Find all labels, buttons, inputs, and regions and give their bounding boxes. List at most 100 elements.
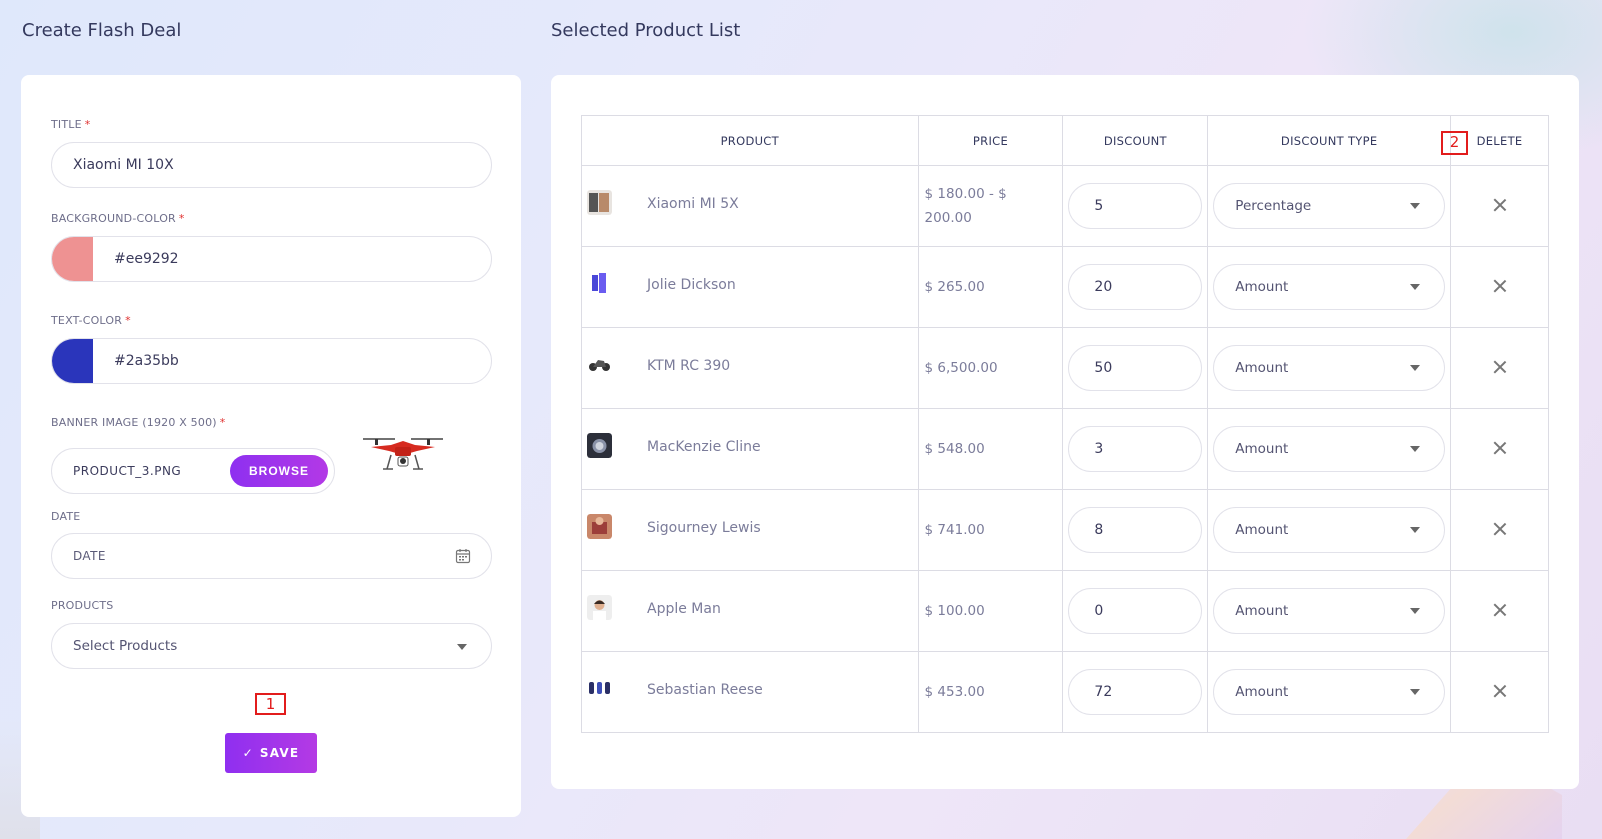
discount-cell: 3 <box>1062 408 1209 490</box>
discount-input[interactable]: 3 <box>1068 426 1203 472</box>
discount-type-select[interactable]: Amount <box>1213 345 1446 391</box>
product-cell: KTM RC 390 <box>581 327 919 409</box>
delete-icon[interactable] <box>1493 441 1507 455</box>
browse-button[interactable]: BROWSE <box>230 455 328 487</box>
table-row: MacKenzie Cline $ 548.00 3 Amount <box>581 408 1549 490</box>
background-color-input[interactable]: #ee9292 <box>51 236 492 282</box>
delete-icon[interactable] <box>1493 603 1507 617</box>
delete-icon[interactable] <box>1493 684 1507 698</box>
discount-type-select[interactable]: Amount <box>1213 507 1446 553</box>
price-cell: $ 453.00 <box>917 651 1064 733</box>
product-name: MacKenzie Cline <box>647 439 761 455</box>
discount-type-select[interactable]: Percentage <box>1213 183 1446 229</box>
banner-image-upload[interactable]: PRODUCT_3.PNG BROWSE <box>51 448 335 494</box>
product-thumbnail <box>587 433 612 458</box>
discount-type-value: Amount <box>1235 360 1289 376</box>
delete-cell <box>1450 489 1549 571</box>
discount-type-select[interactable]: Amount <box>1213 264 1446 310</box>
table-row: Sigourney Lewis $ 741.00 8 Amount <box>581 489 1549 571</box>
delete-cell <box>1450 246 1549 328</box>
discount-input[interactable]: 0 <box>1068 588 1203 634</box>
title-label: TITLE * <box>51 118 91 131</box>
discount-type-cell: Percentage <box>1207 165 1452 247</box>
product-name: Jolie Dickson <box>647 277 736 293</box>
discount-cell: 5 <box>1062 165 1209 247</box>
create-flash-deal-title: Create Flash Deal <box>22 20 182 41</box>
text-color-input[interactable]: #2a35bb <box>51 338 492 384</box>
product-name: Apple Man <box>647 601 721 617</box>
background-color-swatch[interactable] <box>52 237 93 281</box>
check-icon: ✓ <box>242 746 254 760</box>
date-input[interactable]: DATE <box>51 533 492 579</box>
discount-type-cell: Amount <box>1207 408 1452 490</box>
selected-products-table: PRODUCT PRICE DISCOUNT DISCOUNT TYPE DEL… <box>581 115 1549 733</box>
chevron-down-icon <box>1410 203 1421 209</box>
products-select[interactable]: Select Products <box>51 623 492 669</box>
banner-file-name: PRODUCT_3.PNG <box>73 464 182 478</box>
chevron-down-icon <box>1410 365 1421 371</box>
discount-type-cell: Amount <box>1207 327 1452 409</box>
calendar-icon[interactable] <box>455 548 471 564</box>
annotation-box-2: 2 <box>1441 131 1468 155</box>
price-cell: $ 548.00 <box>917 408 1064 490</box>
discount-type-select[interactable]: Amount <box>1213 426 1446 472</box>
delete-cell <box>1450 570 1549 652</box>
price-cell: $ 741.00 <box>917 489 1064 571</box>
discount-cell: 50 <box>1062 327 1209 409</box>
product-cell: Sebastian Reese <box>581 651 919 733</box>
table-header-row: PRODUCT PRICE DISCOUNT DISCOUNT TYPE DEL… <box>581 115 1549 166</box>
price-cell: $ 180.00 - $ 200.00 <box>917 165 1064 247</box>
delete-cell <box>1450 651 1549 733</box>
table-row: Jolie Dickson $ 265.00 20 Amount <box>581 246 1549 328</box>
delete-icon[interactable] <box>1493 522 1507 536</box>
table-row: Apple Man $ 100.00 0 Amount <box>581 570 1549 652</box>
chevron-down-icon <box>1410 527 1421 533</box>
title-input-value: Xiaomi MI 10X <box>73 157 174 173</box>
table-row: KTM RC 390 $ 6,500.00 50 Amount <box>581 327 1549 409</box>
product-cell: Xiaomi MI 5X <box>581 165 919 247</box>
title-input[interactable]: Xiaomi MI 10X <box>51 142 492 188</box>
product-thumbnail <box>587 676 612 701</box>
delete-cell <box>1450 165 1549 247</box>
banner-image-label: BANNER IMAGE (1920 X 500) * <box>51 416 226 429</box>
product-cell: Sigourney Lewis <box>581 489 919 571</box>
discount-type-cell: Amount <box>1207 489 1452 571</box>
delete-icon[interactable] <box>1493 198 1507 212</box>
price-cell: $ 265.00 <box>917 246 1064 328</box>
product-thumbnail <box>587 352 612 377</box>
save-button[interactable]: ✓ SAVE <box>225 733 317 773</box>
chevron-down-icon <box>1410 689 1421 695</box>
table-row: Sebastian Reese $ 453.00 72 Amount <box>581 651 1549 733</box>
discount-type-select[interactable]: Amount <box>1213 669 1446 715</box>
discount-type-value: Percentage <box>1235 198 1312 214</box>
chevron-down-icon <box>1410 446 1421 452</box>
discount-input[interactable]: 72 <box>1068 669 1203 715</box>
price-cell: $ 6,500.00 <box>917 327 1064 409</box>
discount-input[interactable]: 20 <box>1068 264 1203 310</box>
product-cell: Apple Man <box>581 570 919 652</box>
text-color-label: TEXT-COLOR * <box>51 314 131 327</box>
selected-product-list-title: Selected Product List <box>551 20 741 41</box>
discount-cell: 8 <box>1062 489 1209 571</box>
delete-icon[interactable] <box>1493 360 1507 374</box>
delete-icon[interactable] <box>1493 279 1507 293</box>
discount-input[interactable]: 5 <box>1068 183 1203 229</box>
drone-preview-image <box>363 438 443 470</box>
save-button-label: SAVE <box>259 746 300 760</box>
date-placeholder: DATE <box>73 549 106 563</box>
delete-cell <box>1450 408 1549 490</box>
text-color-swatch[interactable] <box>52 339 93 383</box>
selected-products-card: PRODUCT PRICE DISCOUNT DISCOUNT TYPE DEL… <box>551 75 1579 789</box>
chevron-down-icon <box>1410 608 1421 614</box>
discount-type-cell: Amount <box>1207 246 1452 328</box>
discount-input[interactable]: 50 <box>1068 345 1203 391</box>
discount-type-select[interactable]: Amount <box>1213 588 1446 634</box>
header-product: PRODUCT <box>581 115 919 166</box>
product-thumbnail <box>587 514 612 539</box>
annotation-box-1: 1 <box>255 693 286 715</box>
discount-cell: 72 <box>1062 651 1209 733</box>
discount-input[interactable]: 8 <box>1068 507 1203 553</box>
discount-type-cell: Amount <box>1207 570 1452 652</box>
chevron-down-icon <box>457 644 467 650</box>
product-name: Xiaomi MI 5X <box>647 196 739 212</box>
